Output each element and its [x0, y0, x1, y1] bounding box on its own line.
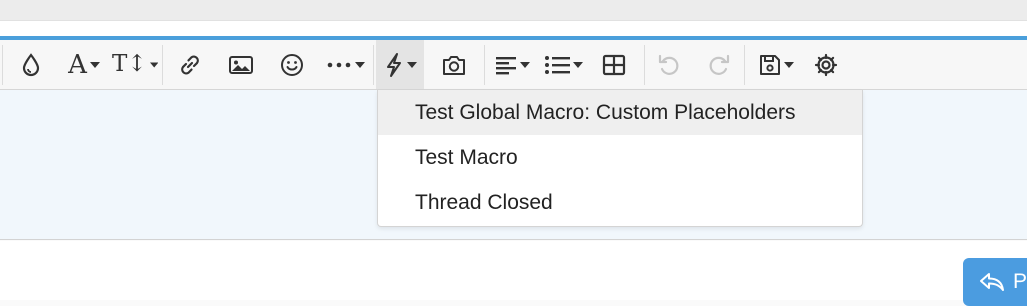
spacer-strip: [0, 21, 1027, 37]
gear-icon: [814, 53, 838, 76]
chevron-down-icon: [783, 61, 794, 68]
drafts-button[interactable]: [752, 40, 800, 89]
window-header-strip: [0, 0, 1027, 21]
droplet-icon: [22, 52, 40, 76]
chevron-down-icon: [149, 61, 158, 68]
toolbar-separator: [484, 45, 485, 85]
chevron-down-icon: [519, 61, 530, 68]
chevron-down-icon: [572, 61, 583, 68]
toolbar-separator: [2, 45, 3, 85]
editor-toolbar: A T↕: [0, 40, 1027, 90]
reply-icon: [980, 273, 1004, 291]
toolbar-separator: [162, 45, 163, 85]
link-icon: [181, 55, 199, 74]
form-footer-area: [0, 241, 1027, 300]
ellipsis-icon: [327, 62, 350, 67]
chevron-down-icon: [406, 61, 417, 68]
align-button[interactable]: [490, 40, 534, 89]
text-style-button[interactable]: A: [60, 40, 108, 89]
text-height-icon: T↕: [112, 51, 147, 77]
more-button[interactable]: [322, 40, 368, 89]
image-icon: [229, 55, 253, 74]
chevron-down-icon: [354, 61, 365, 68]
bolt-icon: [386, 52, 401, 77]
list-button[interactable]: [540, 40, 586, 89]
table-button[interactable]: [594, 40, 634, 89]
font-icon: A: [68, 49, 87, 80]
image-button[interactable]: [220, 40, 262, 89]
macro-button[interactable]: [376, 40, 424, 89]
undo-icon: [658, 54, 679, 75]
redo-icon: [709, 54, 730, 75]
table-icon: [602, 54, 626, 75]
chevron-down-icon: [89, 61, 100, 68]
floppy-icon: [759, 54, 780, 75]
menu-item-test-global-macro[interactable]: Test Global Macro: Custom Placeholders: [378, 90, 862, 135]
menu-item-thread-closed[interactable]: Thread Closed: [378, 180, 862, 225]
macro-dropdown-menu: Test Global Macro: Custom Placeholders T…: [377, 90, 863, 227]
font-size-button[interactable]: T↕: [112, 40, 158, 89]
toolbar-separator: [744, 45, 745, 85]
align-left-icon: [495, 56, 516, 74]
camera-icon: [443, 55, 465, 75]
screenshot-button[interactable]: [433, 40, 475, 89]
undo-button[interactable]: [650, 40, 688, 89]
redo-button[interactable]: [700, 40, 738, 89]
reply-button-label: P: [1013, 270, 1027, 293]
smile-icon: [281, 53, 303, 76]
toolbar-separator: [373, 45, 374, 85]
text-color-button[interactable]: [12, 40, 50, 89]
link-button[interactable]: [170, 40, 210, 89]
toolbar-separator: [644, 45, 645, 85]
settings-button[interactable]: [806, 40, 846, 89]
emoji-button[interactable]: [271, 40, 313, 89]
menu-item-test-macro[interactable]: Test Macro: [378, 135, 862, 180]
reply-button[interactable]: P: [963, 258, 1027, 306]
list-icon: [544, 55, 570, 74]
